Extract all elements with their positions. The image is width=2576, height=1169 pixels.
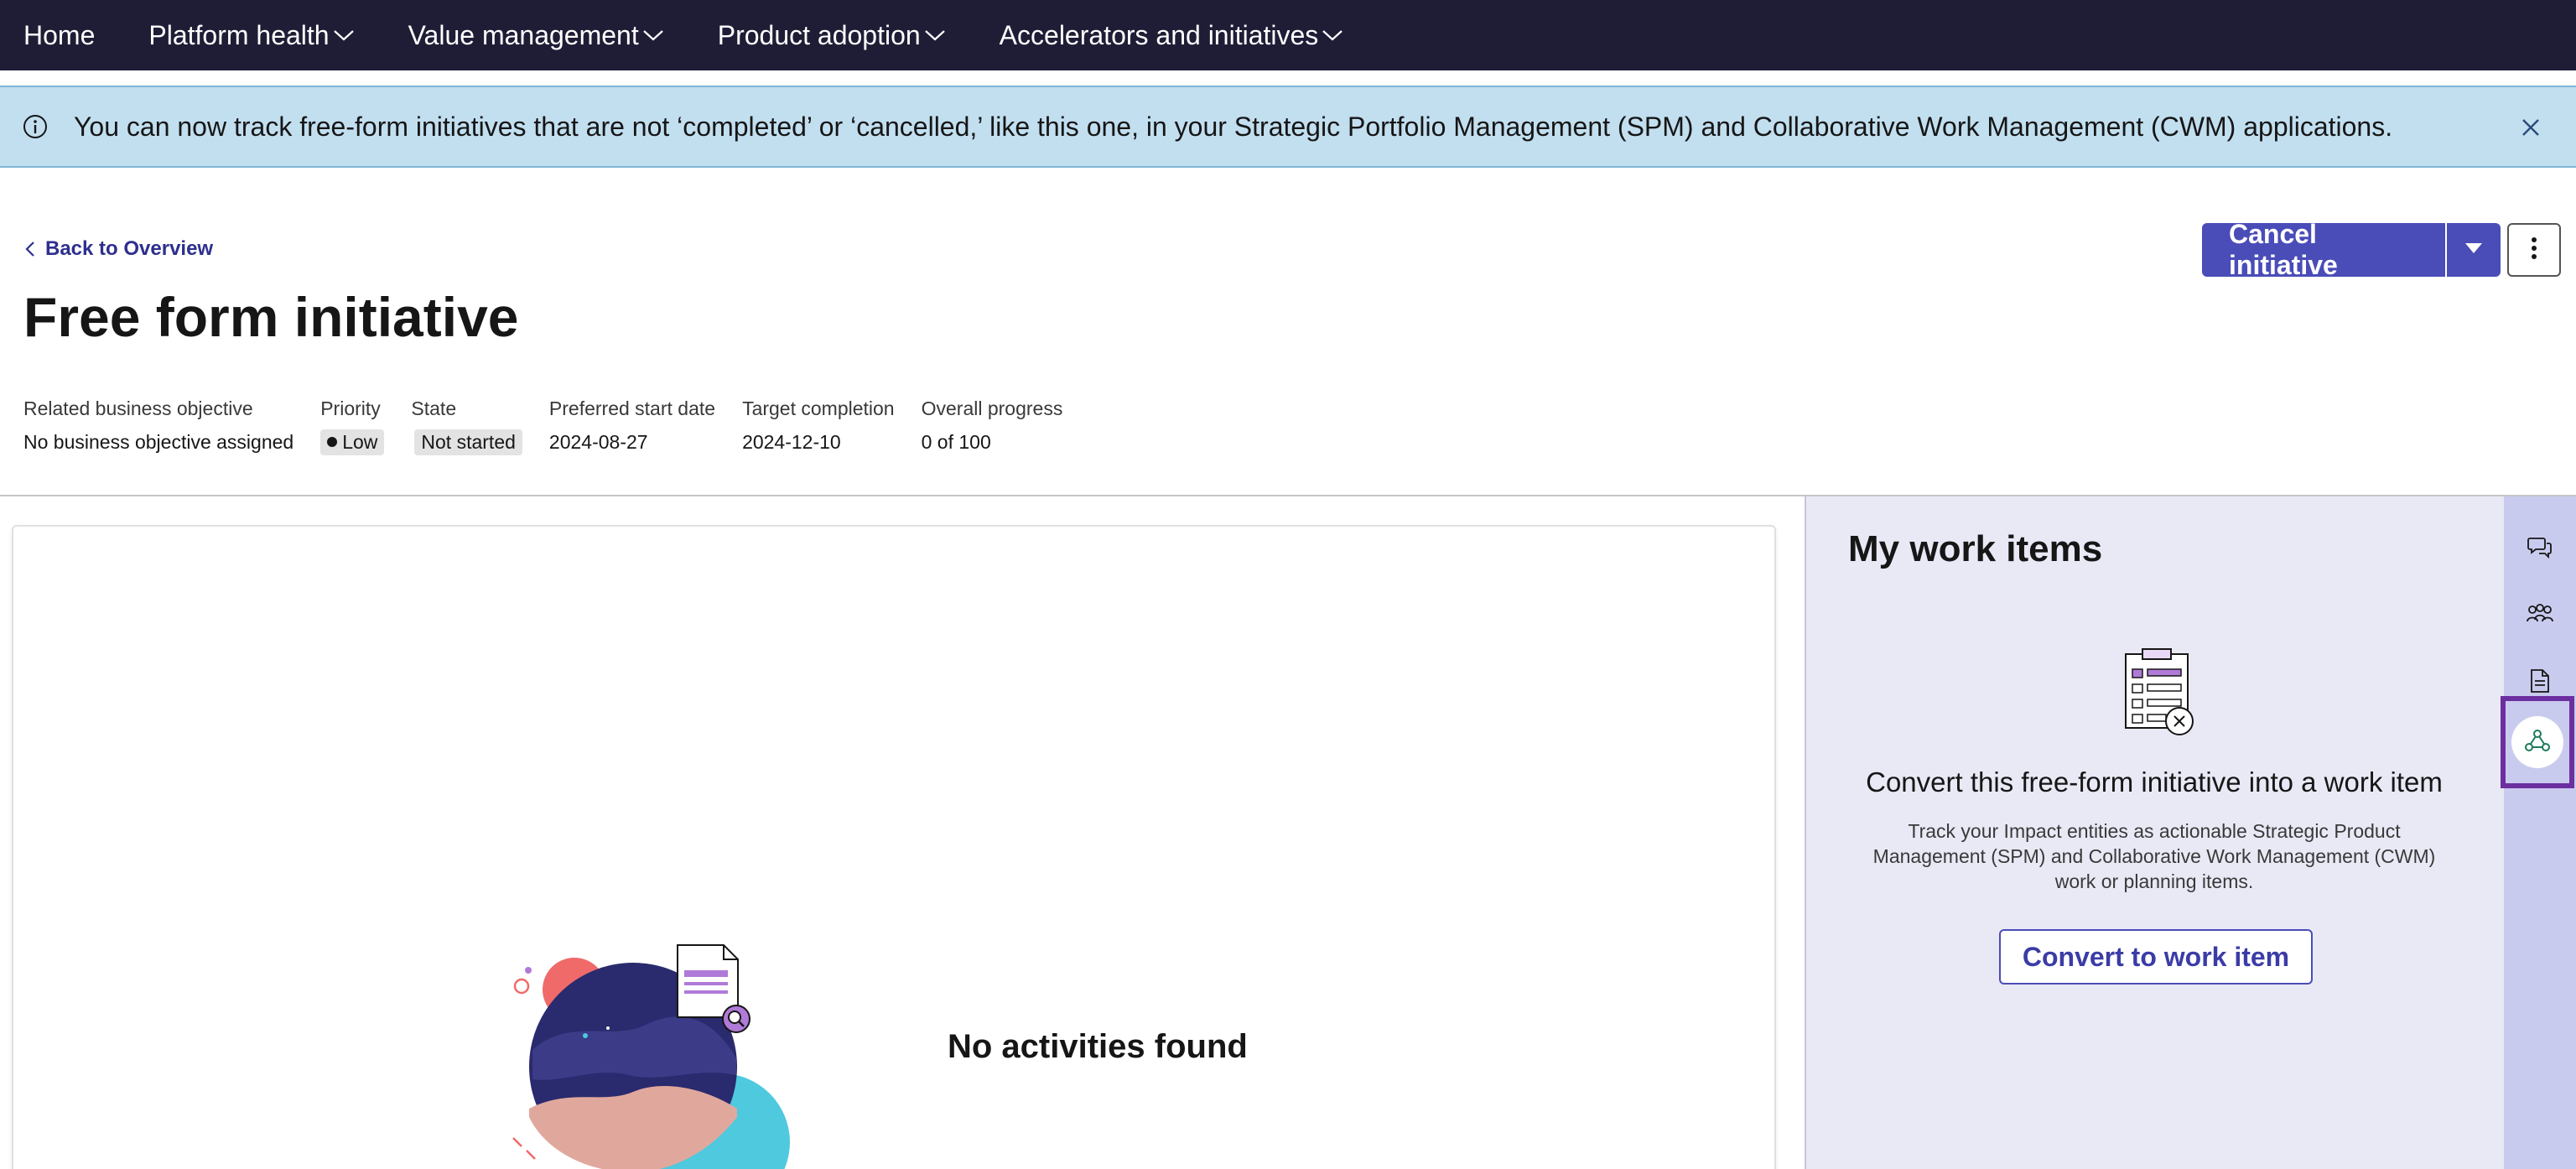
meta-value: 2024-12-10: [742, 430, 841, 453]
hierarchy-icon: [2525, 729, 2550, 756]
more-options-button[interactable]: [2507, 223, 2561, 277]
top-nav: Home Platform health Value management Pr…: [0, 0, 2576, 70]
nav-item-home[interactable]: Home: [23, 20, 95, 51]
meta-label: Related business objective: [23, 397, 253, 419]
rail-work-items-button[interactable]: [2501, 696, 2574, 788]
back-link-label: Back to Overview: [45, 237, 214, 260]
empty-state-message: No activities found: [948, 1028, 1248, 1065]
meta-label: Target completion: [742, 397, 895, 419]
convert-description: Track your Impact entities as actionable…: [1872, 820, 2436, 892]
meta-objective: Related business objective No business o…: [23, 397, 293, 455]
banner-text: You can now track free-form initiatives …: [74, 111, 2393, 142]
back-to-overview-link[interactable]: Back to Overview: [25, 237, 213, 261]
empty-state-illustration: [495, 941, 797, 1169]
convert-to-work-item-button[interactable]: Convert to work item: [1999, 929, 2313, 985]
nav-item-label: Accelerators and initiatives: [999, 19, 1319, 50]
meta-label: Preferred start date: [548, 397, 716, 419]
chevron-down-icon: [642, 29, 664, 42]
nav-item-platform-health[interactable]: Platform health: [148, 20, 354, 51]
meta-value: 0 of 100: [921, 430, 991, 453]
panel-title: My work items: [1848, 528, 2103, 569]
nav-item-label: Product adoption: [717, 19, 921, 50]
priority-dot-icon: [327, 437, 338, 447]
clipboard-checklist-icon: [2112, 646, 2205, 738]
work-items-panel: My work items Convert this free-form ini…: [1805, 496, 2504, 1169]
document-icon: [2530, 668, 2550, 698]
activities-card: [12, 525, 1776, 1169]
kebab-menu-icon: [2531, 236, 2537, 265]
nav-item-label: Platform health: [148, 19, 330, 50]
chevron-down-icon: [333, 29, 355, 42]
chevron-down-icon: [1322, 29, 1343, 42]
state-badge: Not started: [414, 429, 522, 455]
cancel-initiative-button[interactable]: Cancel initiative: [2202, 219, 2445, 280]
priority-badge: Low: [320, 429, 385, 455]
nav-item-label: Value management: [408, 19, 639, 50]
initiative-metadata: Related business objective No business o…: [23, 397, 1089, 455]
nav-item-label: Home: [23, 19, 96, 50]
info-banner: You can now track free-form initiatives …: [0, 86, 2576, 168]
convert-heading: Convert this free-form initiative into a…: [1866, 766, 2443, 798]
cancel-options-dropdown-button[interactable]: [2445, 223, 2501, 277]
meta-label: Overall progress: [921, 397, 1063, 419]
chevron-down-icon: [924, 29, 946, 42]
caret-down-icon: [2464, 242, 2483, 258]
nav-item-accelerators[interactable]: Accelerators and initiatives: [1000, 20, 1344, 51]
rail-users-button[interactable]: [2504, 590, 2576, 641]
meta-priority: Priority Low: [320, 397, 385, 455]
meta-label: Priority: [320, 397, 381, 419]
nav-item-value-management[interactable]: Value management: [408, 20, 664, 51]
meta-start-date: Preferred start date 2024-08-27: [549, 397, 715, 455]
chevron-left-icon: [25, 241, 35, 257]
initiative-actions: Cancel initiative: [2202, 219, 2501, 280]
meta-value: 2024-08-27: [548, 430, 648, 453]
close-icon[interactable]: [2517, 114, 2544, 141]
users-icon: [2526, 603, 2554, 629]
meta-value-wrap: Low: [320, 429, 385, 455]
rail-active-circle: [2511, 716, 2563, 768]
meta-overall-progress: Overall progress 0 of 100: [922, 397, 1063, 455]
side-rail: [2501, 496, 2576, 1169]
meta-label: State: [411, 397, 457, 419]
meta-target-completion: Target completion 2024-12-10: [742, 397, 895, 455]
meta-value: No business objective assigned: [23, 430, 294, 453]
nav-item-product-adoption[interactable]: Product adoption: [718, 20, 946, 51]
chat-icon: [2527, 535, 2553, 563]
priority-value: Low: [342, 430, 378, 453]
meta-value-wrap: Not started: [411, 429, 522, 455]
meta-state: State Not started: [411, 397, 522, 455]
rail-chat-button[interactable]: [2504, 523, 2576, 574]
info-icon: [22, 113, 49, 140]
page-title: Free form initiative: [23, 286, 519, 348]
